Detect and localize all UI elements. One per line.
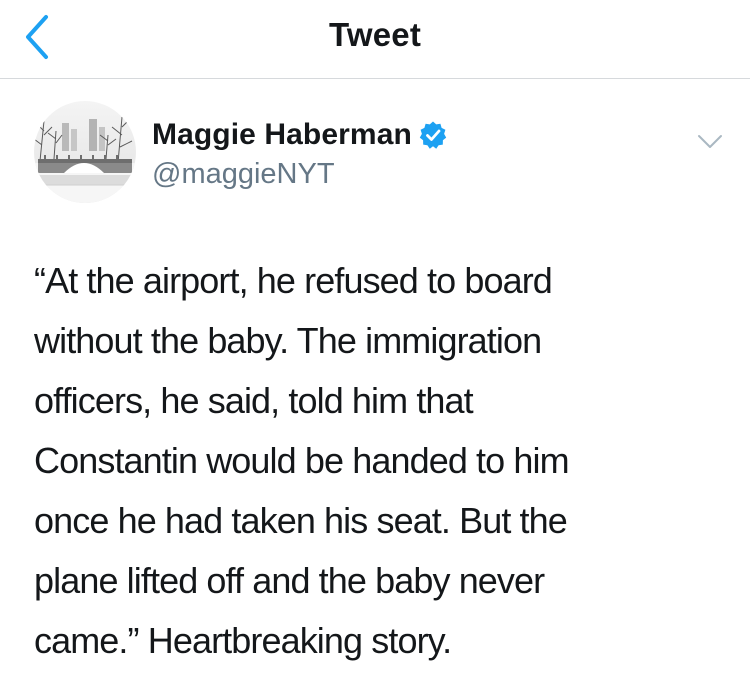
tweet-detail-screen: Tweet Maggie Haberman @maggieNYT “At the…	[0, 0, 750, 694]
tweet-header: Maggie Haberman @maggieNYT	[0, 80, 750, 220]
page-title: Tweet	[328, 16, 422, 53]
verified-badge-icon	[418, 120, 448, 150]
tweet-text: “At the airport, he refused to board wit…	[34, 260, 570, 661]
author-name-row[interactable]: Maggie Haberman	[152, 118, 448, 152]
author-display-name: Maggie Haberman	[152, 118, 412, 151]
chevron-down-icon	[698, 135, 722, 148]
more-options-button[interactable]	[690, 122, 730, 162]
author-handle[interactable]: @maggieNYT	[152, 158, 335, 191]
nav-bar: Tweet	[0, 0, 750, 79]
snowy-park-bridge-photo	[34, 101, 136, 203]
avatar[interactable]	[34, 101, 136, 203]
